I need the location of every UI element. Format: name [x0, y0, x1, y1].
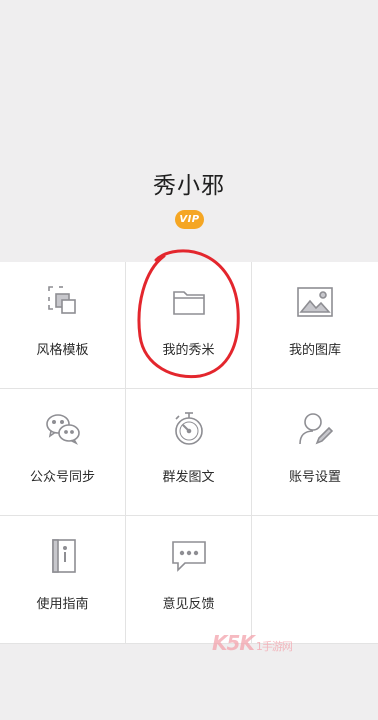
- menu-item-mass-send[interactable]: 群发图文: [126, 389, 252, 516]
- menu-label: 账号设置: [288, 470, 341, 485]
- menu-label: 我的图库: [288, 343, 341, 358]
- folder-icon: [173, 291, 205, 315]
- guide-book-icon: [52, 539, 76, 573]
- menu-label: 意见反馈: [162, 597, 215, 612]
- watermark-suffix: 1手游网: [255, 640, 293, 653]
- vip-badge: VIP: [175, 210, 204, 229]
- bottom-area: [0, 644, 378, 720]
- stopwatch-icon: [175, 412, 203, 445]
- wechat-icon: [46, 414, 80, 445]
- menu-label: 我的秀米: [162, 343, 215, 358]
- watermark-logo: K5K 1手游网: [212, 631, 293, 655]
- image-icon: [297, 287, 333, 317]
- username: 秀小邪: [153, 173, 225, 199]
- feedback-icon: [172, 541, 206, 572]
- menu-item-my-xiumi[interactable]: 我的秀米: [126, 262, 252, 389]
- menu-item-account-settings[interactable]: 账号设置: [252, 389, 378, 516]
- menu-item-user-guide[interactable]: 使用指南: [0, 516, 126, 644]
- menu-item-style-templates[interactable]: 风格模板: [0, 262, 126, 389]
- template-icon: [48, 286, 76, 314]
- watermark-brand: K5K: [212, 631, 255, 655]
- menu-label: 群发图文: [162, 470, 215, 485]
- profile-header: 秀小邪 VIP: [0, 0, 378, 262]
- menu-label: 使用指南: [36, 597, 89, 612]
- menu-label: 风格模板: [36, 343, 89, 358]
- menu-grid: 风格模板 我的秀米 我的图库 公众号同步 群发图文 账号设置 使用指南 意见反馈: [0, 262, 378, 644]
- menu-item-feedback[interactable]: 意见反馈: [126, 516, 252, 644]
- empty-cell: [252, 516, 378, 644]
- menu-item-my-gallery[interactable]: 我的图库: [252, 262, 378, 389]
- menu-item-official-account-sync[interactable]: 公众号同步: [0, 389, 126, 516]
- menu-label: 公众号同步: [29, 470, 95, 485]
- user-edit-icon: [299, 413, 333, 445]
